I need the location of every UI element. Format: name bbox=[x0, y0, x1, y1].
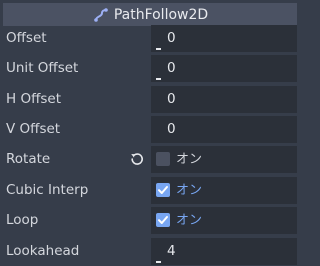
lookahead-slider-field[interactable]: 4 bbox=[151, 238, 297, 265]
property-row-offset: Offset 0 bbox=[0, 24, 300, 53]
checkbox-label: オン bbox=[176, 213, 203, 228]
property-row-lookahead: Lookahead 4 bbox=[0, 237, 300, 266]
property-row-unit-offset: Unit Offset 0 bbox=[0, 54, 300, 83]
loop-checkbox-field[interactable]: オン bbox=[151, 207, 297, 234]
property-row-loop: Loop オン bbox=[0, 206, 300, 235]
path-follow-icon bbox=[92, 6, 110, 24]
slider-grabber[interactable] bbox=[156, 78, 161, 80]
property-label: Lookahead bbox=[6, 243, 80, 259]
node-type-title: PathFollow2D bbox=[113, 6, 209, 23]
property-label: Cubic Interp bbox=[6, 182, 89, 198]
inspector-panel: PathFollow2D Offset 0 Unit Offset 0 H Of… bbox=[0, 0, 300, 266]
cubic-interp-checkbox-field[interactable]: オン bbox=[151, 177, 297, 204]
property-value: 0 bbox=[167, 60, 176, 76]
revert-icon[interactable] bbox=[130, 152, 144, 166]
property-row-rotate: Rotate オン bbox=[0, 145, 300, 174]
property-row-h-offset: H Offset 0 bbox=[0, 85, 300, 114]
property-label: H Offset bbox=[6, 91, 62, 107]
property-value: 0 bbox=[167, 30, 176, 46]
property-label: Offset bbox=[6, 30, 47, 46]
checkmark-icon bbox=[158, 216, 168, 224]
property-label: Loop bbox=[6, 212, 39, 228]
property-value: 4 bbox=[167, 243, 176, 259]
checkmark-icon bbox=[158, 186, 168, 194]
checkbox-label: オン bbox=[176, 183, 203, 198]
offset-slider-field[interactable]: 0 bbox=[151, 25, 297, 52]
property-label: V Offset bbox=[6, 121, 61, 137]
rotate-checkbox-field[interactable]: オン bbox=[151, 146, 297, 173]
property-label: Unit Offset bbox=[6, 60, 79, 76]
h-offset-field[interactable]: 0 bbox=[151, 86, 297, 113]
property-value: 0 bbox=[167, 91, 176, 107]
unit-offset-slider-field[interactable]: 0 bbox=[151, 55, 297, 82]
property-label: Rotate bbox=[6, 151, 51, 167]
property-value: 0 bbox=[167, 121, 176, 137]
v-offset-field[interactable]: 0 bbox=[151, 116, 297, 143]
cubic-interp-checkbox[interactable] bbox=[156, 183, 170, 197]
rotate-checkbox[interactable] bbox=[156, 152, 170, 166]
checkbox-label: オン bbox=[176, 152, 203, 167]
property-row-v-offset: V Offset 0 bbox=[0, 115, 300, 144]
loop-checkbox[interactable] bbox=[156, 213, 170, 227]
slider-grabber[interactable] bbox=[156, 48, 161, 50]
slider-grabber[interactable] bbox=[156, 261, 161, 263]
node-header: PathFollow2D bbox=[3, 3, 297, 26]
property-row-cubic-interp: Cubic Interp オン bbox=[0, 176, 300, 205]
